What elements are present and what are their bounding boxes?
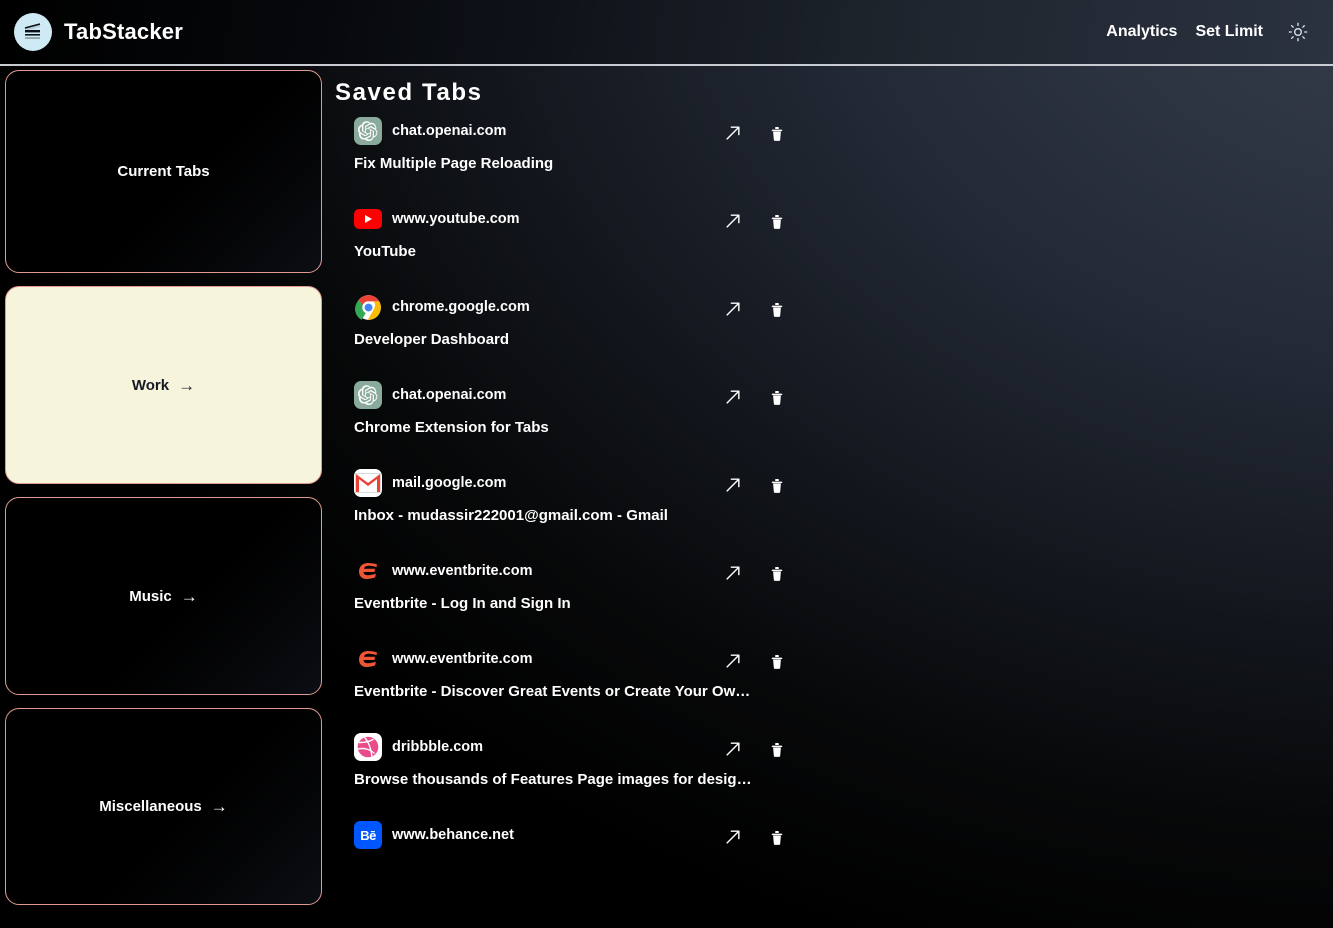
tab-row: www.youtube.com YouTube — [330, 205, 800, 293]
youtube-favicon-icon — [354, 205, 382, 233]
trash-icon[interactable] — [766, 738, 788, 760]
arrow-up-right-icon[interactable] — [722, 562, 744, 584]
category-sidebar: Current Tabs Work → Music → Miscellaneou… — [5, 70, 322, 905]
tab-row: dribbble.com Browse thousands of Features… — [330, 733, 800, 821]
category-label: Miscellaneous — [99, 798, 202, 815]
sun-icon[interactable] — [1285, 19, 1311, 45]
tab-domain: www.eventbrite.com — [392, 563, 533, 579]
eventbrite-favicon-icon — [354, 645, 382, 673]
category-label: Current Tabs — [117, 163, 210, 180]
saved-tabs-list: chat.openai.com Fix Multiple Page Reloadi… — [330, 117, 800, 909]
arrow-up-right-icon[interactable] — [722, 738, 744, 760]
tab-row: chat.openai.com Chrome Extension for Tabs — [330, 381, 800, 469]
tab-title: Inbox - mudassir222001@gmail.com - Gmail — [354, 507, 668, 524]
tab-title: Eventbrite - Log In and Sign In — [354, 595, 571, 612]
trash-icon[interactable] — [766, 474, 788, 496]
arrow-up-right-icon[interactable] — [722, 210, 744, 232]
app-root: TabStacker Analytics Set Limit Current T… — [0, 0, 1333, 928]
trash-icon[interactable] — [766, 298, 788, 320]
header-nav: Analytics Set Limit — [1106, 19, 1311, 45]
app-header: TabStacker Analytics Set Limit — [0, 0, 1333, 66]
arrow-right-icon: → — [210, 797, 228, 816]
tab-title: YouTube — [354, 243, 416, 260]
tab-row: www.eventbrite.com Eventbrite - Discover … — [330, 645, 800, 733]
arrow-up-right-icon[interactable] — [722, 122, 744, 144]
category-label: Work — [131, 376, 170, 394]
app-title: TabStacker — [64, 19, 183, 44]
tab-row: www.eventbrite.com Eventbrite - Log In an… — [330, 557, 800, 645]
category-label: Music — [129, 587, 172, 605]
tab-domain: chrome.google.com — [392, 299, 530, 315]
trash-icon[interactable] — [766, 826, 788, 848]
nav-link-analytics[interactable]: Analytics — [1106, 23, 1177, 41]
gmail-favicon-icon — [354, 469, 382, 497]
category-card-inner: Current Tabs — [117, 163, 209, 180]
tab-row: Bē www.behance.net — [330, 821, 800, 909]
tab-domain: dribbble.com — [392, 739, 484, 755]
saved-tabs-panel: Saved Tabs chat.openai.com Fix Multiple P… — [330, 70, 800, 909]
tab-row-actions — [722, 826, 788, 848]
category-card-inner: Miscellaneous → — [99, 798, 228, 815]
tab-row: mail.google.com Inbox - mudassir222001@gm… — [330, 469, 800, 557]
saved-tabs-heading: Saved Tabs — [335, 79, 483, 106]
dribbble-favicon-icon — [354, 733, 382, 761]
behance-favicon-icon: Bē — [354, 821, 382, 849]
tab-row-actions — [722, 738, 788, 760]
category-card-current-tabs[interactable]: Current Tabs — [5, 70, 322, 273]
tab-title: Eventbrite - Discover Great Events or Cr… — [354, 683, 751, 700]
tab-row-actions — [722, 210, 788, 232]
tab-domain: www.behance.net — [392, 827, 514, 843]
tab-domain: www.youtube.com — [392, 211, 520, 227]
tab-title: Chrome Extension for Tabs — [354, 419, 549, 436]
tab-row-actions — [722, 562, 788, 584]
arrow-up-right-icon[interactable] — [722, 474, 744, 496]
tab-title: Fix Multiple Page Reloading — [354, 155, 554, 172]
category-card-work[interactable]: Work → — [5, 286, 322, 484]
tab-row: chat.openai.com Fix Multiple Page Reloadi… — [330, 117, 800, 205]
tab-title: Browse thousands of Features Page images… — [354, 771, 752, 788]
tab-domain: mail.google.com — [392, 475, 507, 491]
tab-domain: chat.openai.com — [392, 387, 507, 403]
category-card-inner: Music → — [129, 588, 198, 605]
chrome-favicon-icon — [354, 293, 382, 321]
arrow-up-right-icon[interactable] — [722, 386, 744, 408]
trash-icon[interactable] — [766, 562, 788, 584]
category-card-music[interactable]: Music → — [5, 497, 322, 695]
arrow-right-icon: → — [180, 586, 198, 606]
arrow-up-right-icon[interactable] — [722, 826, 744, 848]
tab-row-actions — [722, 474, 788, 496]
category-card-miscellaneous[interactable]: Miscellaneous → — [5, 708, 322, 905]
category-card-inner: Work → — [132, 377, 195, 394]
tab-row-actions — [722, 386, 788, 408]
trash-icon[interactable] — [766, 650, 788, 672]
trash-icon[interactable] — [766, 122, 788, 144]
tab-row-actions — [722, 650, 788, 672]
trash-icon[interactable] — [766, 210, 788, 232]
nav-link-set-limit[interactable]: Set Limit — [1195, 23, 1263, 41]
tab-row-actions — [722, 122, 788, 144]
tab-title: Developer Dashboard — [354, 331, 510, 348]
arrow-up-right-icon[interactable] — [722, 650, 744, 672]
arrow-up-right-icon[interactable] — [722, 298, 744, 320]
tab-row-actions — [722, 298, 788, 320]
tab-domain: chat.openai.com — [392, 123, 507, 139]
tab-row: chrome.google.com Developer Dashboard — [330, 293, 800, 381]
stacked-layers-icon — [14, 13, 52, 51]
eventbrite-favicon-icon — [354, 557, 382, 585]
brand[interactable]: TabStacker — [14, 13, 183, 51]
openai-favicon-icon — [354, 117, 382, 145]
openai-favicon-icon — [354, 381, 382, 409]
arrow-right-icon: → — [178, 375, 196, 395]
trash-icon[interactable] — [766, 386, 788, 408]
tab-domain: www.eventbrite.com — [392, 651, 533, 667]
